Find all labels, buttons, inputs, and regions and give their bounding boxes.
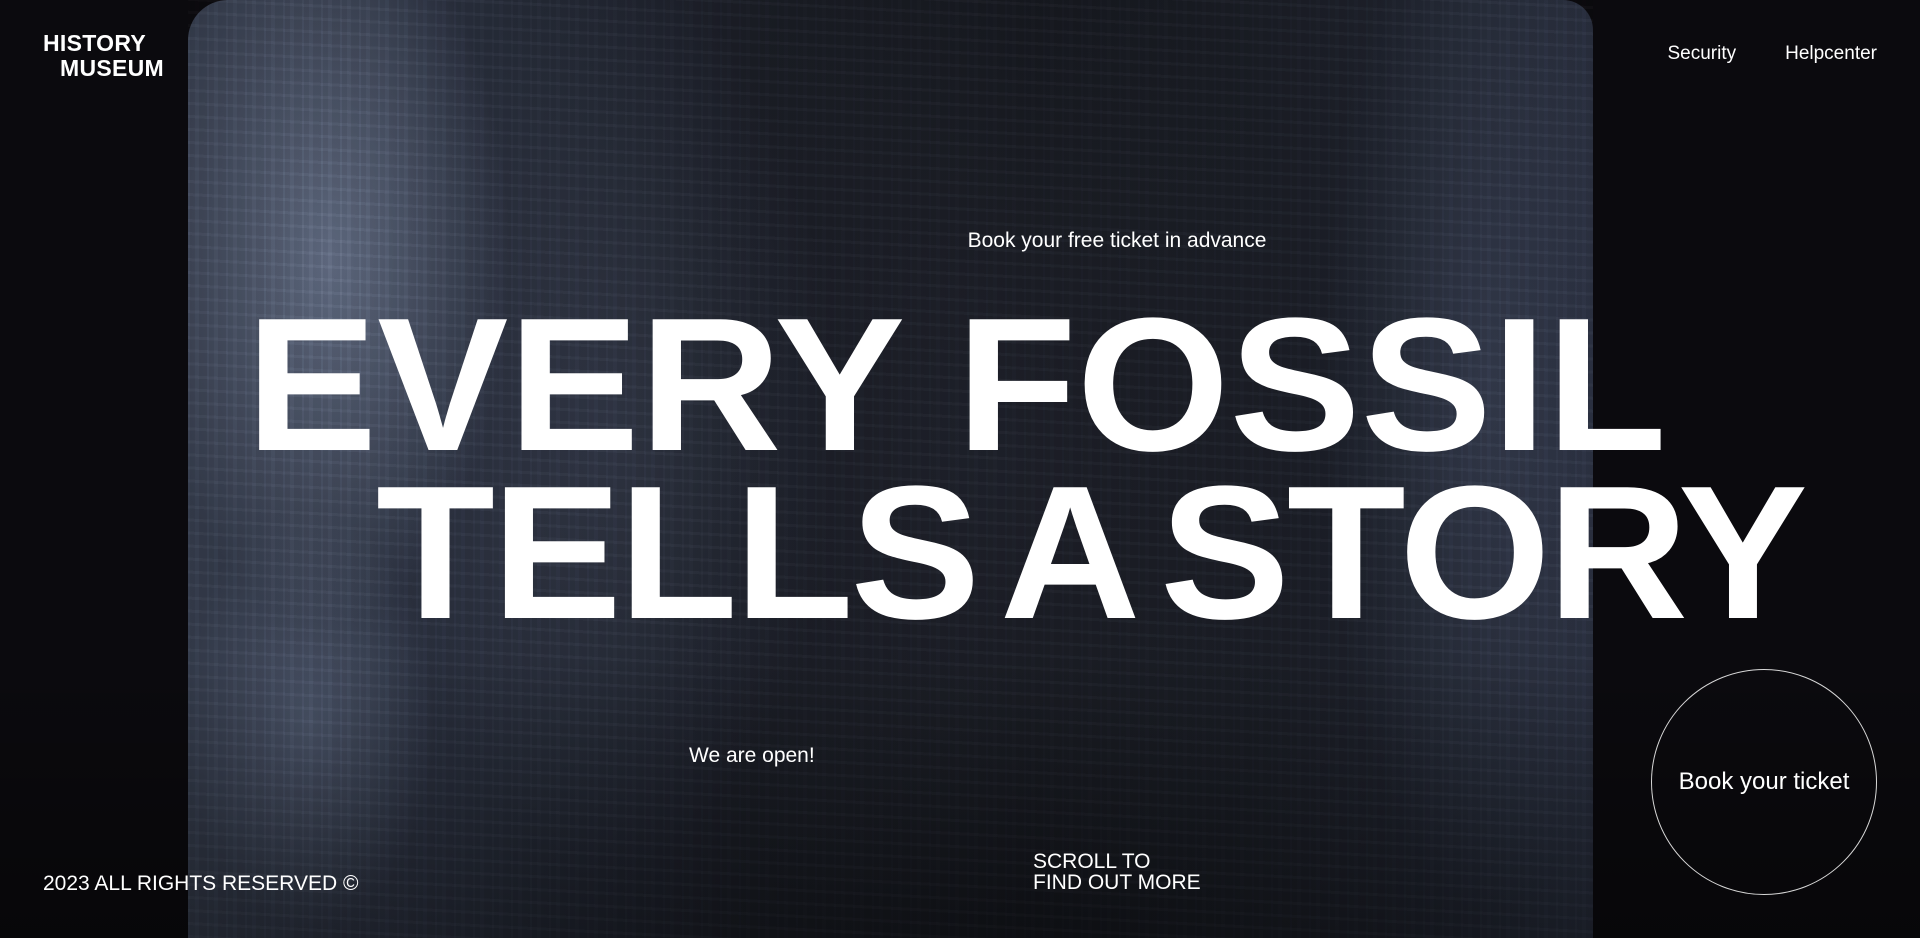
background-vignette <box>0 0 1920 938</box>
nav-link-helpcenter[interactable]: Helpcenter <box>1785 43 1877 65</box>
open-status-text: We are open! <box>689 744 815 767</box>
copyright-text: 2023 ALL RIGHTS RESERVED © <box>43 872 359 895</box>
scroll-hint-link[interactable]: SCROLL TO FIND OUT MORE <box>1033 851 1201 893</box>
hero-subheading: Book your free ticket in advance <box>0 229 1920 253</box>
museum-logo[interactable]: HISTORY MUSEUM <box>43 31 164 81</box>
logo-line-1: HISTORY <box>43 30 147 56</box>
hero-page: HISTORY MUSEUM Security Helpcenter Book … <box>0 0 1920 938</box>
top-nav: Security Helpcenter <box>1667 43 1877 65</box>
scroll-hint-line-1: SCROLL TO <box>1033 850 1151 873</box>
book-ticket-label: Book your ticket <box>1678 768 1850 795</box>
logo-line-2: MUSEUM <box>60 55 165 81</box>
scroll-hint-line-2: FIND OUT MORE <box>1033 871 1201 894</box>
book-free-ticket-text: Book your free ticket in advance <box>967 229 1267 252</box>
nav-link-security[interactable]: Security <box>1667 43 1736 65</box>
book-ticket-button[interactable]: Book your ticket <box>1651 669 1877 895</box>
